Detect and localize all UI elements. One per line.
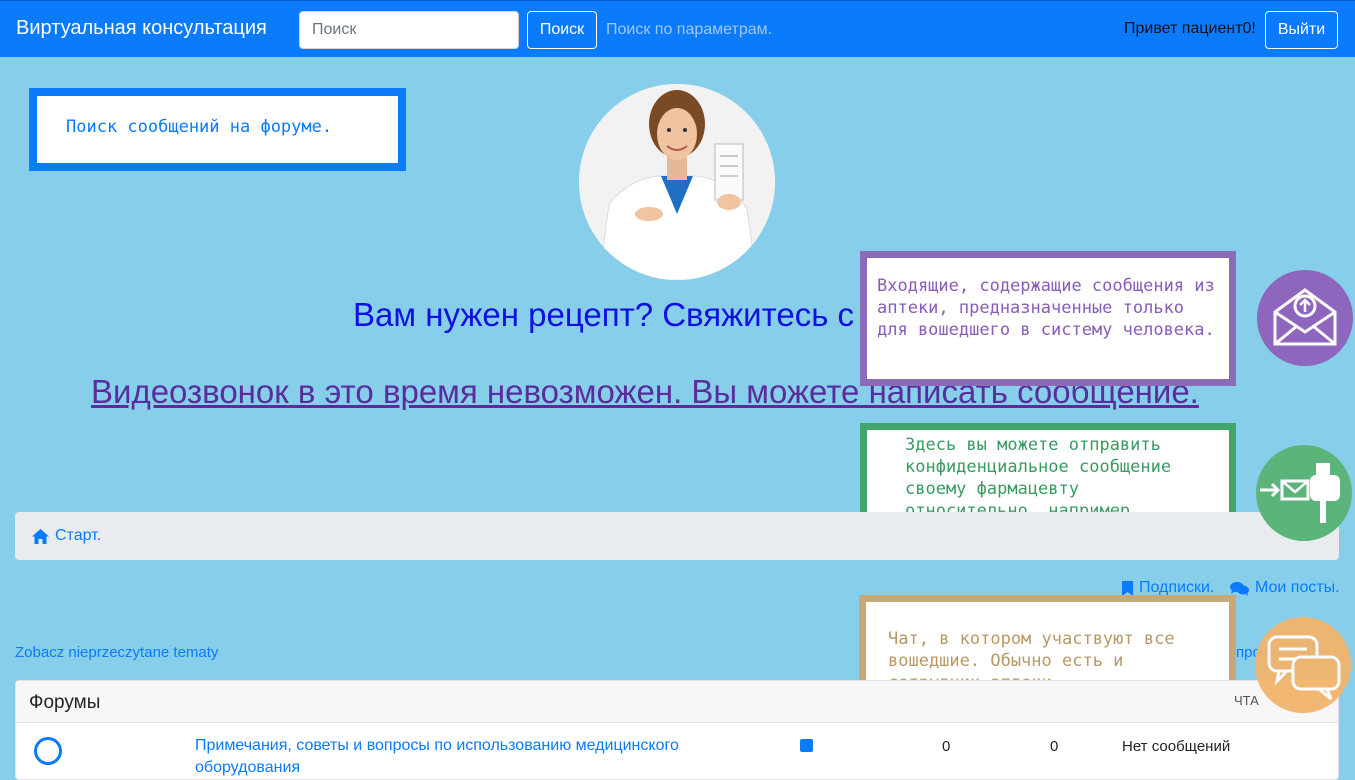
user-greeting: Привет пациент0! [1124,20,1256,37]
chat-button[interactable] [1255,617,1351,713]
search-button[interactable]: Поиск [527,11,597,49]
breadcrumb: Старт. [15,512,1339,560]
forum-table-title: Форумы [29,692,101,713]
bookmark-icon [1122,580,1133,596]
chat-bubbles-icon [1267,635,1341,701]
hero-headline: Вам нужен рецепт? Свяжитесь с [353,296,855,333]
logout-button[interactable]: Выйти [1265,11,1338,49]
forum-name-link[interactable]: Примечания, советы и вопросы по использо… [195,735,715,779]
inbox-tooltip: Входящие, содержащие сообщения из аптеки… [860,251,1236,386]
home-icon [32,528,49,544]
forum-status-icon [34,737,62,765]
search-tooltip-text: Поиск сообщений на форуме. [66,117,333,137]
inbox-button[interactable] [1257,270,1353,366]
my-posts-label: Мои посты. [1255,579,1340,596]
inbox-tooltip-text: Входящие, содержащие сообщения из аптеки… [877,276,1215,340]
breadcrumb-start[interactable]: Старт. [32,527,101,545]
breadcrumb-start-label: Старт. [55,527,102,544]
search-tooltip: Поиск сообщений на форуме. [29,88,406,171]
advanced-search-link[interactable]: Поиск по параметрам. [606,21,772,39]
unread-topics-link[interactable]: Zobacz nieprzeczytane tematy [15,644,218,661]
my-posts-link[interactable]: Мои посты. [1230,579,1340,597]
pharmacist-avatar [579,84,775,280]
rss-icon[interactable] [800,739,813,752]
forum-table-header: Форумы ЧТА [16,681,1338,723]
mailbox-send-icon [1260,463,1340,523]
last-post: Нет сообщений [1122,738,1231,755]
search-input[interactable] [299,11,519,49]
forum-table: Форумы ЧТА Примечания, советы и вопросы … [15,680,1339,780]
brand-title[interactable]: Виртуальная консультация [16,17,267,40]
envelope-upload-icon [1273,288,1337,346]
post-count: 0 [1050,738,1059,755]
topic-count: 0 [942,738,951,755]
send-message-button[interactable] [1256,445,1352,541]
top-navbar: Виртуальная консультация Поиск Поиск по … [0,0,1355,57]
comments-icon [1230,581,1249,596]
